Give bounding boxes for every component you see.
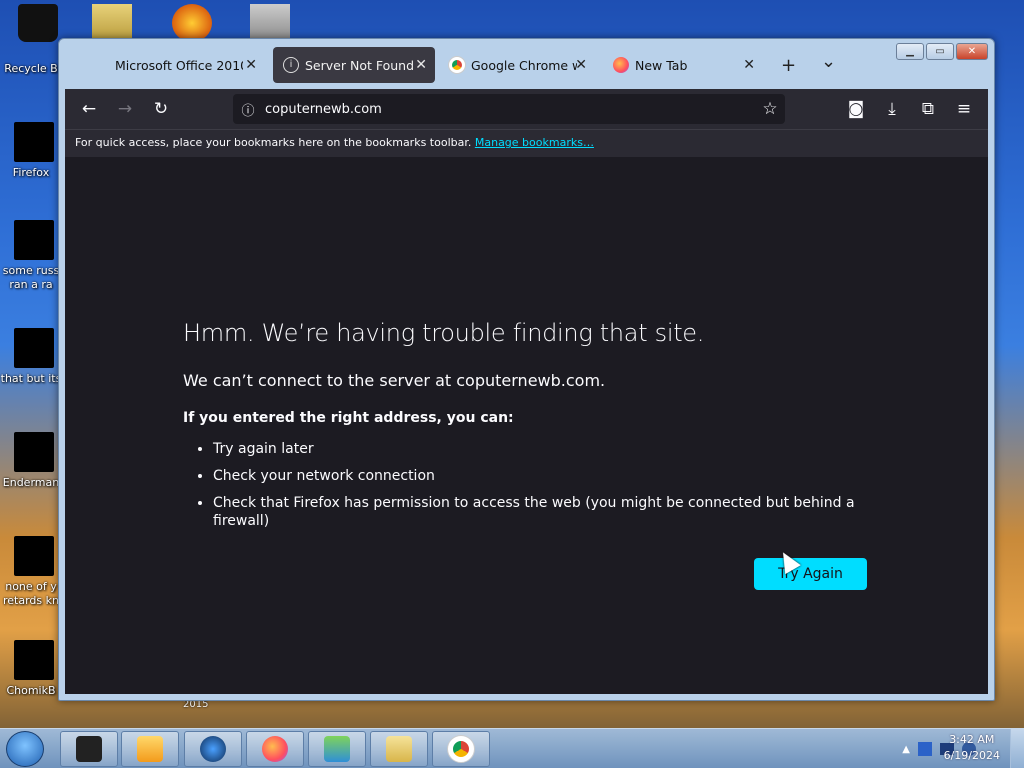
file-icon bbox=[14, 328, 54, 368]
desktop-icon-label-2: ran a ra bbox=[9, 278, 53, 291]
suggestion-list: Try again later Check your network conne… bbox=[183, 440, 903, 530]
info-icon: i bbox=[283, 57, 299, 73]
clock-time: 3:42 AM bbox=[949, 733, 995, 746]
globe-icon bbox=[200, 736, 226, 762]
try-again-button[interactable]: Try Again bbox=[754, 558, 867, 590]
site-info-icon[interactable]: ⓘ bbox=[233, 100, 263, 119]
nav-toolbar: ← → ↻ ⓘ coputernewb.com ☆ ◙ ⤓ ⧉ ≡ bbox=[65, 89, 988, 129]
desktop-icon-chomik[interactable]: ChomikB bbox=[0, 640, 62, 698]
suggestion-item: Check that Firefox has permission to acc… bbox=[213, 494, 903, 530]
chrome-icon bbox=[449, 57, 465, 73]
tab-label: New Tab bbox=[635, 57, 688, 73]
reload-icon[interactable]: ↻ bbox=[143, 99, 179, 119]
extensions-icon[interactable]: ⧉ bbox=[910, 99, 946, 119]
close-icon[interactable]: ✕ bbox=[245, 57, 257, 73]
desktop-icon-label: none of y bbox=[5, 580, 57, 593]
desktop-folder-icon[interactable] bbox=[92, 4, 132, 42]
close-icon[interactable]: ✕ bbox=[415, 57, 427, 73]
minimize-button[interactable]: ▁ bbox=[896, 43, 924, 60]
taskbar-app-firefox[interactable] bbox=[246, 731, 304, 767]
firefox-icon bbox=[14, 122, 54, 162]
taskbar-app-media[interactable] bbox=[121, 731, 179, 767]
back-icon[interactable]: ← bbox=[71, 99, 107, 119]
desktop-icon-label: Enderman bbox=[2, 476, 60, 489]
pocket-icon[interactable]: ◙ bbox=[838, 99, 874, 119]
media-icon bbox=[137, 736, 163, 762]
file-icon bbox=[14, 536, 54, 576]
tab-office[interactable]: Microsoft Office 2010 20 ✕ bbox=[105, 47, 265, 83]
tab-new-tab[interactable]: New Tab ✕ bbox=[603, 47, 763, 83]
tab-strip: Microsoft Office 2010 20 ✕ i Server Not … bbox=[59, 39, 994, 89]
url-text[interactable]: coputernewb.com bbox=[265, 102, 755, 117]
url-bar[interactable]: ⓘ coputernewb.com ☆ bbox=[233, 94, 785, 124]
chrome-icon bbox=[448, 736, 474, 762]
error-panel: Hmm. We’re having trouble finding that s… bbox=[183, 319, 903, 539]
close-window-button[interactable]: ✕ bbox=[956, 43, 988, 60]
network-tray-icon[interactable] bbox=[918, 742, 932, 756]
desktop-icon-label-2: retards kn bbox=[3, 594, 59, 607]
desktop-icon-label: ChomikB bbox=[6, 684, 56, 697]
tab-label: Microsoft Office 2010 20 bbox=[115, 57, 243, 73]
taskbar-app-1[interactable] bbox=[60, 731, 118, 767]
browser-window: Microsoft Office 2010 20 ✕ i Server Not … bbox=[58, 38, 995, 701]
error-lead: If you entered the right address, you ca… bbox=[183, 410, 514, 426]
toolbar-right: ◙ ⤓ ⧉ ≡ bbox=[838, 89, 982, 129]
firefox-icon bbox=[262, 736, 288, 762]
messenger-icon bbox=[324, 736, 350, 762]
tab-chrome[interactable]: Google Chrome we ✕ bbox=[439, 47, 595, 83]
desktop-icon-file2[interactable]: that but its bbox=[0, 328, 62, 386]
taskbar-app-chrome[interactable] bbox=[432, 731, 490, 767]
forward-icon[interactable]: → bbox=[107, 99, 143, 119]
downloads-icon[interactable]: ⤓ bbox=[874, 99, 910, 119]
desktop-icon-firefox[interactable]: Firefox bbox=[0, 122, 62, 180]
suggestion-item: Check your network connection bbox=[213, 467, 903, 485]
desktop-icon-enderman[interactable]: Enderman bbox=[0, 432, 62, 490]
list-tabs-button[interactable]: ⌄ bbox=[821, 51, 836, 72]
file-icon bbox=[14, 432, 54, 472]
page-content: Hmm. We’re having trouble finding that s… bbox=[65, 157, 988, 694]
desktop-icon-label: some russ bbox=[2, 264, 60, 277]
tab-label: Google Chrome we bbox=[471, 57, 577, 73]
close-icon[interactable]: ✕ bbox=[575, 57, 587, 73]
bookmark-star-icon[interactable]: ☆ bbox=[755, 99, 785, 119]
taskbar-app-globe[interactable] bbox=[184, 731, 242, 767]
window-controls: ▁ ▭ ✕ bbox=[896, 43, 988, 60]
bookmarks-hint: For quick access, place your bookmarks h… bbox=[75, 136, 475, 149]
menu-icon[interactable]: ≡ bbox=[946, 99, 982, 119]
desktop-icon-label: Recycle B bbox=[4, 62, 58, 75]
desktop-icon-file3[interactable]: none of y retards kn bbox=[0, 536, 62, 608]
desktop-icon-recycle[interactable]: Recycle B bbox=[0, 62, 62, 76]
new-tab-button[interactable]: + bbox=[781, 55, 796, 76]
folder-icon[interactable] bbox=[250, 4, 290, 42]
start-button[interactable] bbox=[6, 731, 44, 767]
clock[interactable]: 3:42 AM 6/19/2024 bbox=[944, 732, 1000, 764]
taskbar-app-messenger[interactable] bbox=[308, 731, 366, 767]
manage-bookmarks-link[interactable]: Manage bookmarks… bbox=[475, 136, 594, 149]
file-icon bbox=[14, 640, 54, 680]
clock-date: 6/19/2024 bbox=[943, 749, 1000, 762]
desktop-icon-label: that but its bbox=[0, 372, 62, 385]
media-player-icon[interactable] bbox=[172, 4, 212, 42]
app-icon bbox=[76, 736, 102, 762]
file-icon bbox=[14, 220, 54, 260]
desktop-icon-file1[interactable]: some russ ran a ra bbox=[0, 220, 62, 292]
show-desktop-button[interactable] bbox=[1010, 729, 1024, 768]
tab-server-not-found[interactable]: i Server Not Found ✕ bbox=[273, 47, 435, 83]
error-subtitle: We can’t connect to the server at copute… bbox=[183, 371, 606, 390]
folder-icon bbox=[386, 736, 412, 762]
firefox-icon bbox=[613, 57, 629, 73]
taskbar-app-explorer[interactable] bbox=[370, 731, 428, 767]
bookmarks-toolbar: For quick access, place your bookmarks h… bbox=[65, 129, 988, 157]
close-icon[interactable]: ✕ bbox=[743, 57, 755, 73]
recycle-bin-icon[interactable] bbox=[18, 4, 58, 42]
tab-label: Server Not Found bbox=[305, 57, 415, 73]
error-title: Hmm. We’re having trouble finding that s… bbox=[183, 319, 705, 347]
desktop-icon-label: Firefox bbox=[12, 166, 50, 179]
maximize-button[interactable]: ▭ bbox=[926, 43, 954, 60]
suggestion-item: Try again later bbox=[213, 440, 903, 458]
taskbar: ▲ 3:42 AM 6/19/2024 bbox=[0, 728, 1024, 768]
show-hidden-icons-icon[interactable]: ▲ bbox=[902, 744, 910, 755]
